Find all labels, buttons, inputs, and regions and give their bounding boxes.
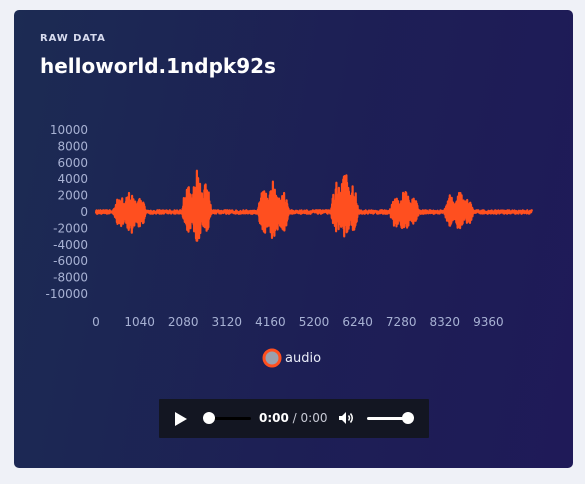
y-tick-label: -4000 — [53, 238, 88, 252]
x-tick-label: 7280 — [386, 315, 417, 329]
audio-series-line — [94, 169, 534, 242]
time-separator: / — [288, 411, 301, 425]
y-axis-ticks: 10000 8000 6000 4000 2000 0 -2000 -4000 -6000 -80… — [45, 123, 88, 301]
x-tick-label: 9360 — [473, 315, 504, 329]
y-tick-label: 2000 — [57, 189, 88, 203]
y-tick-label: 0 — [80, 205, 88, 219]
progress-track[interactable] — [213, 417, 251, 420]
y-tick-label: 10000 — [50, 123, 88, 137]
x-tick-label: 0 — [92, 315, 100, 329]
audio-player: 0:00 / 0:00 — [159, 399, 429, 438]
audio-chart: 10000 8000 6000 4000 2000 0 -2000 -4000 -6000 -80… — [45, 123, 534, 368]
x-tick-label: 2080 — [168, 315, 199, 329]
legend-marker-audio[interactable] — [262, 348, 282, 368]
volume-thumb[interactable] — [402, 412, 414, 424]
volume-icon[interactable] — [338, 411, 356, 425]
y-tick-label: -2000 — [53, 221, 88, 235]
y-tick-label: -8000 — [53, 271, 88, 285]
time-display: 0:00 / 0:00 — [259, 411, 327, 425]
x-axis-ticks: 0 1040 2080 3120 4160 5200 6240 7280 8320 9360 — [92, 315, 503, 329]
duration: 0:00 — [300, 411, 328, 425]
play-icon[interactable] — [174, 411, 188, 427]
x-tick-label: 1040 — [124, 315, 155, 329]
x-tick-label: 5200 — [299, 315, 330, 329]
x-tick-label: 6240 — [342, 315, 373, 329]
x-tick-label: 8320 — [430, 315, 461, 329]
x-tick-label: 4160 — [255, 315, 286, 329]
y-tick-label: 4000 — [57, 172, 88, 186]
series-layer — [94, 169, 534, 242]
raw-data-panel: RAW DATA helloworld.1ndpk92s 10000 8000 60… — [14, 10, 573, 468]
volume-track[interactable] — [367, 417, 407, 420]
y-tick-label: -6000 — [53, 254, 88, 268]
y-tick-label: 8000 — [57, 139, 88, 153]
y-tick-label: 6000 — [57, 156, 88, 170]
x-tick-label: 3120 — [212, 315, 243, 329]
legend-label-audio[interactable]: audio — [285, 351, 321, 366]
progress-thumb[interactable] — [203, 412, 215, 424]
legend[interactable]: audio — [262, 348, 321, 368]
y-tick-label: -10000 — [45, 287, 88, 301]
current-time: 0:00 — [259, 411, 289, 425]
